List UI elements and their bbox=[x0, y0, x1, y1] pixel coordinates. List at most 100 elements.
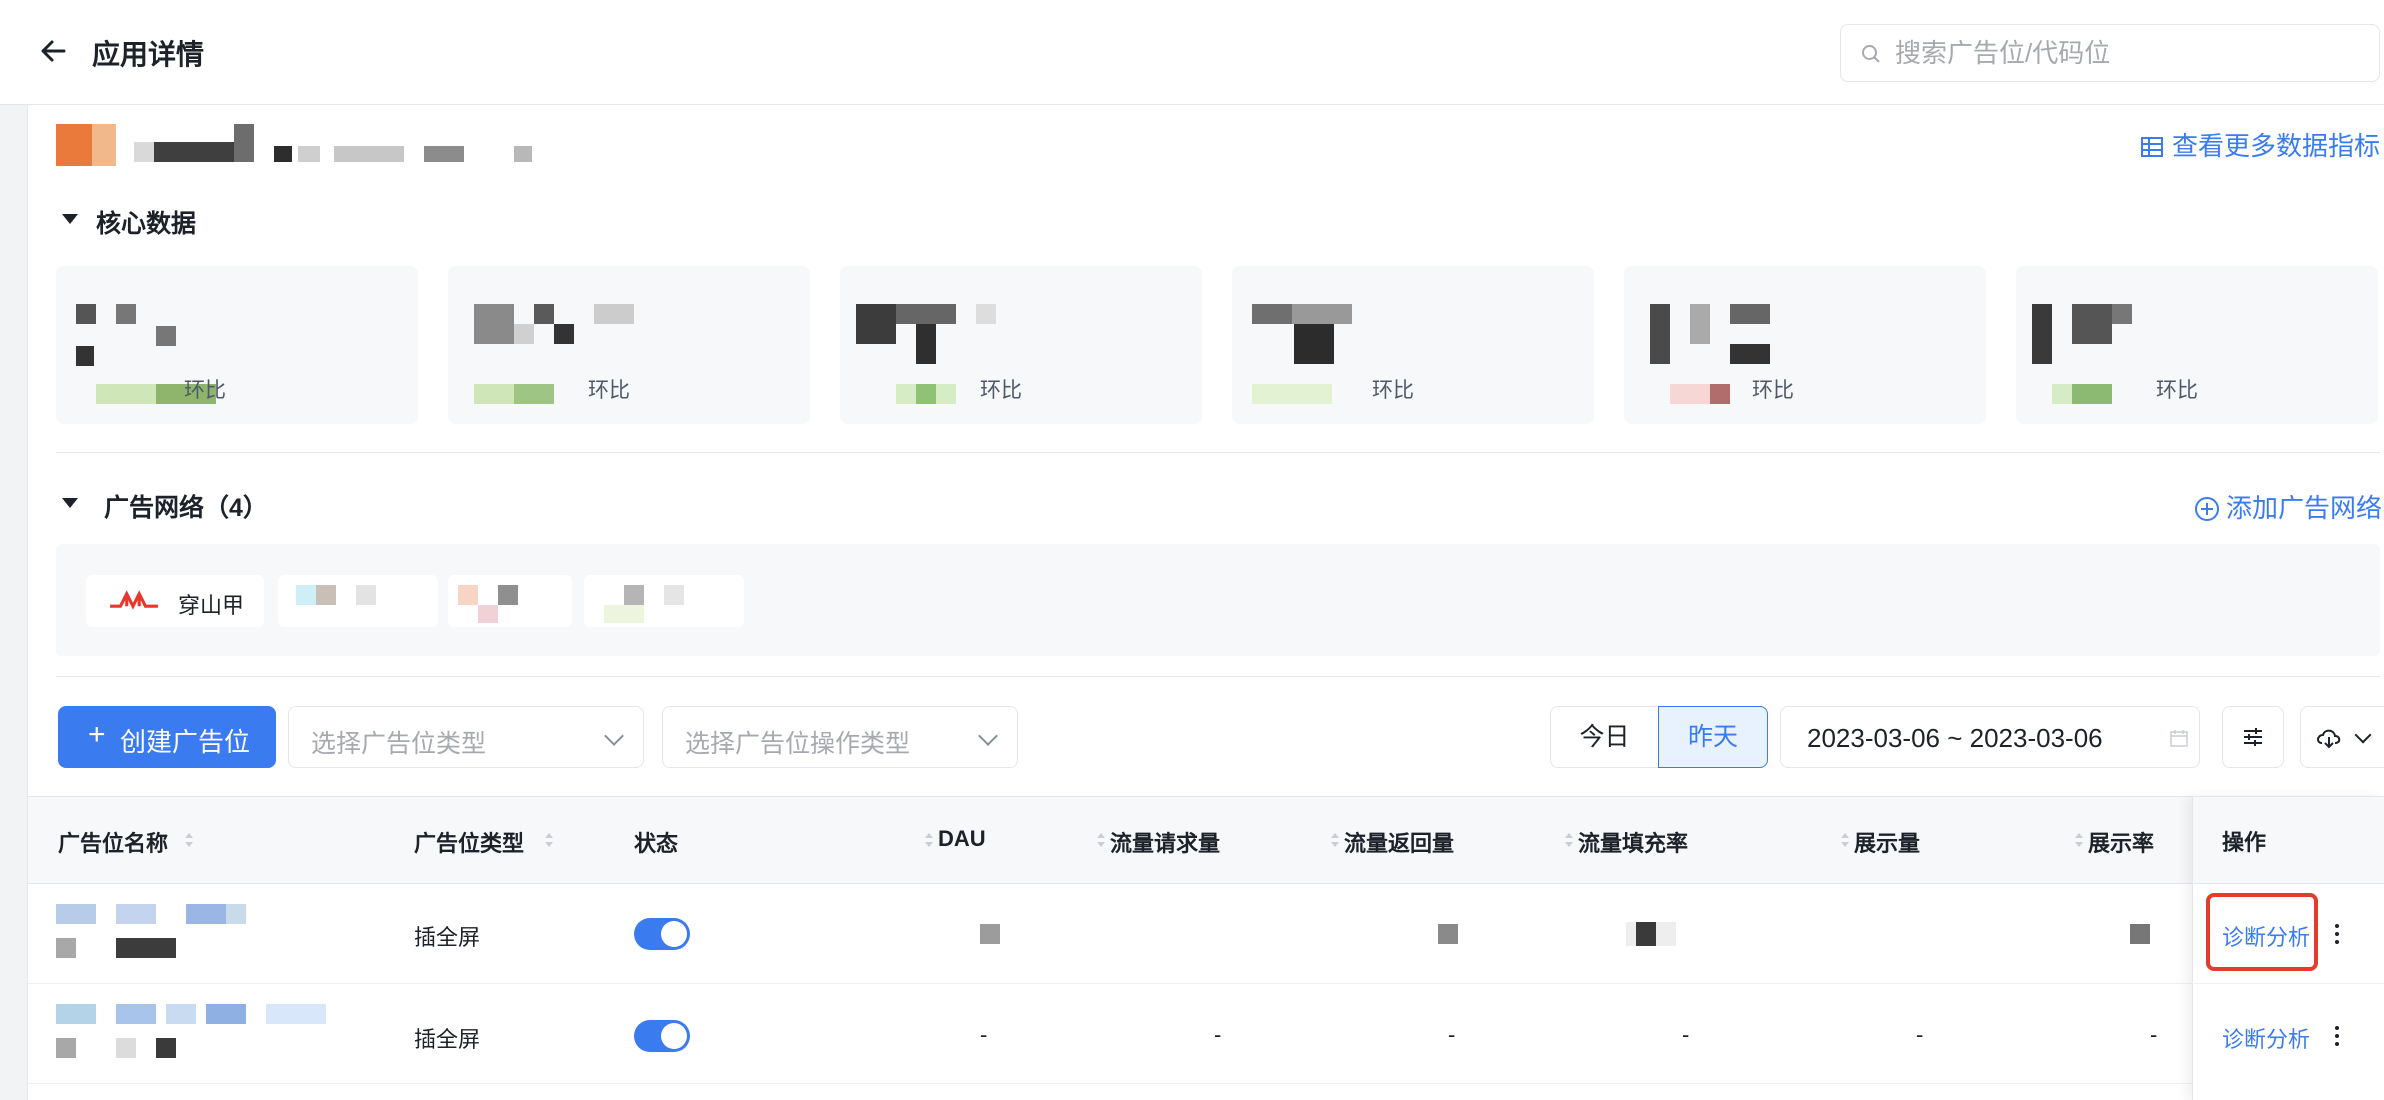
ad-network-list: 穿山甲 bbox=[56, 544, 2380, 656]
col-header-status: 状态 bbox=[634, 831, 679, 856]
requests-value: - bbox=[1214, 1022, 1222, 1047]
col-header-dau[interactable]: DAU bbox=[938, 826, 986, 852]
back-arrow-icon[interactable] bbox=[38, 36, 68, 66]
sort-icon[interactable] bbox=[184, 830, 194, 850]
col-header-name[interactable]: 广告位名称 bbox=[58, 826, 168, 858]
show-rate-redacted bbox=[2130, 924, 2150, 944]
sort-icon[interactable] bbox=[1564, 830, 1574, 850]
search-box[interactable] bbox=[1840, 24, 2380, 82]
dau-redacted bbox=[980, 924, 1000, 944]
fill-rate-redacted bbox=[1626, 922, 1676, 946]
col-header-type[interactable]: 广告位类型 bbox=[414, 826, 524, 858]
ad-slot-type-placeholder: 选择广告位类型 bbox=[311, 730, 487, 758]
collapse-caret-icon[interactable] bbox=[62, 214, 78, 224]
ad-slot-name-redacted[interactable] bbox=[56, 1004, 376, 1064]
status-toggle[interactable] bbox=[634, 1020, 690, 1052]
date-range-value: 2023-03-06 ~ 2023-03-06 bbox=[1807, 723, 2103, 753]
ratio-label: 环比 bbox=[1372, 379, 1414, 402]
show-rate-value: - bbox=[2150, 1022, 2158, 1047]
ratio-label: 环比 bbox=[1752, 379, 1794, 402]
col-header-impressions[interactable]: 展示量 bbox=[1854, 826, 1920, 858]
table-grid-icon bbox=[2141, 137, 2163, 157]
toggle-knob bbox=[661, 921, 687, 947]
col-header-show-rate[interactable]: 展示率 bbox=[2088, 826, 2154, 858]
section-divider bbox=[56, 676, 2380, 677]
pangle-logo-icon bbox=[110, 590, 158, 610]
more-metrics-link[interactable]: 查看更多数据指标 bbox=[2140, 126, 2380, 163]
ratio-label: 环比 bbox=[980, 379, 1022, 402]
metric-card: 环比 bbox=[1232, 266, 1594, 424]
date-range-picker[interactable]: 2023-03-06 ~ 2023-03-06 bbox=[1780, 706, 2200, 768]
create-ad-slot-button[interactable]: + 创建广告位 bbox=[58, 706, 276, 768]
sort-icon[interactable] bbox=[1840, 830, 1850, 850]
ratio-label: 环比 bbox=[588, 379, 630, 402]
metric-card: 环比 bbox=[448, 266, 810, 424]
core-data-title: 核心数据 bbox=[96, 210, 197, 238]
calendar-icon bbox=[2170, 730, 2188, 747]
diagnose-analysis-link[interactable]: 诊断分析 bbox=[2222, 1022, 2310, 1054]
metric-card: 环比 bbox=[840, 266, 1202, 424]
ad-network-chip-redacted[interactable] bbox=[448, 575, 572, 627]
toggle-knob bbox=[661, 1023, 687, 1049]
ad-network-title: 广告网络（4） bbox=[104, 494, 268, 522]
today-tab[interactable]: 今日 bbox=[1550, 706, 1658, 768]
app-detail-page: 应用详情 查看更多数据指标 核心数据 bbox=[0, 0, 2384, 1100]
dau-value: - bbox=[980, 1022, 988, 1047]
ad-slot-op-type-select[interactable]: 选择广告位操作类型 bbox=[662, 706, 1018, 768]
app-icon bbox=[56, 124, 116, 166]
sort-icon[interactable] bbox=[1330, 830, 1340, 850]
chevron-down-icon bbox=[2354, 726, 2372, 744]
impressions-value: - bbox=[1916, 1022, 1924, 1047]
sort-icon[interactable] bbox=[2074, 830, 2084, 850]
ad-slot-type-select[interactable]: 选择广告位类型 bbox=[288, 706, 644, 768]
ratio-label: 环比 bbox=[2156, 379, 2198, 402]
returns-value: - bbox=[1448, 1022, 1456, 1047]
ad-network-chip[interactable]: 穿山甲 bbox=[86, 575, 264, 627]
table-row: 插全屏 - - - - - - bbox=[28, 984, 2384, 1084]
download-button[interactable] bbox=[2300, 706, 2384, 768]
returns-redacted bbox=[1438, 924, 1458, 944]
status-toggle[interactable] bbox=[634, 918, 690, 950]
ad-network-chip-redacted[interactable] bbox=[584, 575, 744, 627]
add-ad-network-link[interactable]: 添加广告网络 bbox=[2194, 488, 2382, 525]
plus-icon: + bbox=[88, 718, 106, 751]
collapse-caret-icon[interactable] bbox=[62, 498, 78, 508]
metric-card: 环比 bbox=[1624, 266, 1986, 424]
col-header-returns[interactable]: 流量返回量 bbox=[1344, 826, 1454, 858]
sort-icon[interactable] bbox=[544, 830, 554, 850]
create-ad-slot-label: 创建广告位 bbox=[120, 727, 251, 757]
metric-card: 环比 bbox=[56, 266, 418, 424]
ad-slot-name-redacted[interactable] bbox=[56, 904, 296, 964]
chevron-down-icon bbox=[604, 726, 624, 746]
more-metrics-label: 查看更多数据指标 bbox=[2172, 131, 2381, 161]
ratio-label: 环比 bbox=[184, 379, 226, 402]
chevron-down-icon bbox=[978, 726, 998, 746]
col-header-actions: 操作 bbox=[2222, 830, 2267, 855]
more-vertical-icon[interactable] bbox=[2334, 1024, 2340, 1048]
fill-rate-value: - bbox=[1682, 1022, 1690, 1047]
search-input[interactable] bbox=[1895, 35, 2365, 71]
more-vertical-icon[interactable] bbox=[2334, 922, 2340, 946]
sort-icon[interactable] bbox=[924, 830, 934, 850]
ad-slot-type: 插全屏 bbox=[414, 925, 481, 950]
table-row: 插全屏 bbox=[28, 884, 2384, 984]
ad-slot-op-type-placeholder: 选择广告位操作类型 bbox=[685, 730, 911, 758]
column-settings-button[interactable] bbox=[2222, 706, 2284, 768]
yesterday-tab[interactable]: 昨天 bbox=[1658, 706, 1768, 768]
top-header: 应用详情 bbox=[0, 0, 2384, 105]
metric-card: 环比 bbox=[2016, 266, 2378, 424]
ad-network-chip-redacted[interactable] bbox=[278, 575, 438, 627]
section-divider bbox=[56, 452, 2380, 453]
table-header: 广告位名称 广告位类型 状态 DAU 流量请求量 流量返回量 流量填充率 展示量… bbox=[28, 796, 2384, 884]
sort-icon[interactable] bbox=[1096, 830, 1106, 850]
left-sidebar-strip bbox=[0, 105, 28, 1100]
highlight-box bbox=[2206, 893, 2318, 971]
cloud-download-icon bbox=[2317, 729, 2341, 749]
col-header-fill-rate[interactable]: 流量填充率 bbox=[1578, 826, 1688, 858]
ad-network-name: 穿山甲 bbox=[178, 593, 245, 618]
app-name-redacted bbox=[134, 124, 534, 166]
search-icon bbox=[1862, 45, 1880, 63]
col-header-requests[interactable]: 流量请求量 bbox=[1110, 826, 1220, 858]
plus-circle-icon bbox=[2195, 497, 2219, 521]
ad-slot-type: 插全屏 bbox=[414, 1027, 481, 1052]
